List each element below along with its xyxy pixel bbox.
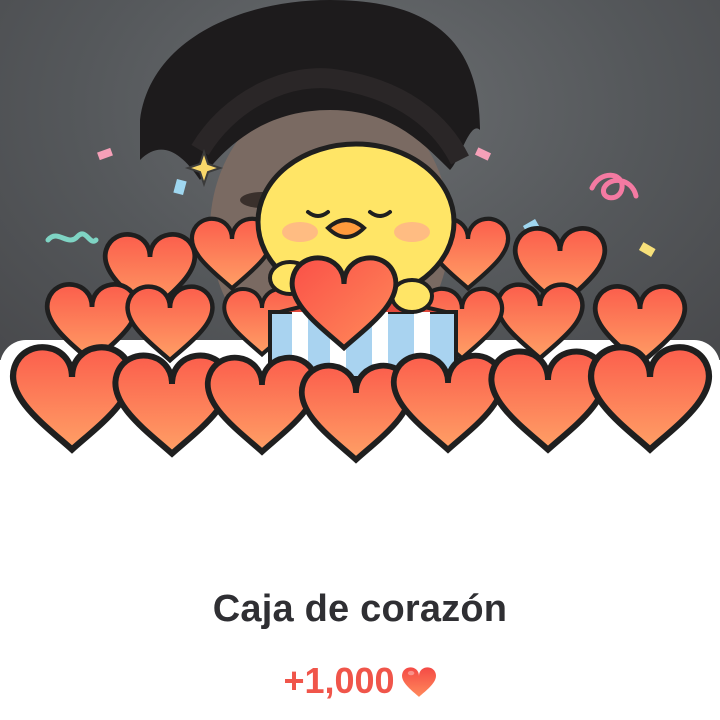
reward-row: +1,000 (0, 660, 720, 702)
popup-title: Caja de corazón (212, 588, 508, 630)
reward-amount: +1,000 (283, 660, 395, 701)
reward-popup: Caja de corazón +1,000 (0, 0, 720, 720)
heart-box-illustration (0, 141, 720, 470)
heart-icon (401, 667, 436, 697)
